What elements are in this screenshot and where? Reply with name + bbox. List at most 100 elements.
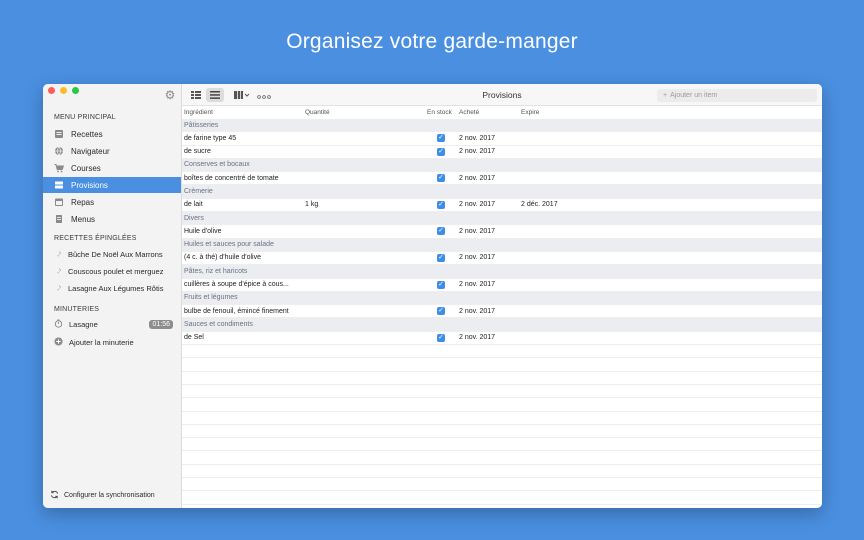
stopwatch-icon <box>54 319 63 330</box>
sync-button[interactable]: Configurer la synchronisation <box>50 490 155 501</box>
window-controls <box>48 87 79 94</box>
main-content: Provisions + Ajouter un item Ingrédient … <box>182 84 822 508</box>
bought-cell: 2 nov. 2017 <box>459 254 496 262</box>
empty-row <box>182 491 822 505</box>
sidebar-item-label: Navigateur <box>71 146 110 156</box>
category-label: Conserves et bocaux <box>184 161 250 169</box>
column-header-expires[interactable]: Expire <box>521 109 539 116</box>
pinned-recipe[interactable]: Couscous poulet et merguez <box>43 264 181 279</box>
table-row[interactable]: boîtes de concentré de tomate 2 nov. 2017… <box>182 172 822 186</box>
in-stock-checkbox[interactable]: ✓ <box>437 174 445 183</box>
sidebar-item-label: Recettes <box>71 129 103 139</box>
in-stock-checkbox[interactable]: ✓ <box>437 227 445 236</box>
category-label: Sauces et condiments <box>184 320 253 328</box>
category-label: Fruits et légumes <box>184 294 238 302</box>
sidebar-item-menus[interactable]: Menus <box>43 211 181 227</box>
table-row[interactable]: de Sel 2 nov. 2017 ✓ <box>182 332 822 346</box>
table-row[interactable]: de farine type 45 2 nov. 2017 ✓ <box>182 132 822 146</box>
add-item-input[interactable]: + Ajouter un item <box>657 89 817 102</box>
pinned-recipe[interactable]: Bûche De Noël Aux Marrons <box>43 247 181 262</box>
empty-row <box>182 465 822 479</box>
timer-badge: 01:56 <box>149 320 173 329</box>
pinned-header: RECETTES ÉPINGLÉES <box>54 235 137 242</box>
in-stock-checkbox[interactable]: ✓ <box>437 307 445 316</box>
column-header-quantity[interactable]: Quantité <box>305 109 330 116</box>
minimize-button[interactable] <box>60 87 67 94</box>
column-header-in-stock[interactable]: En stock <box>427 109 452 116</box>
add-item-placeholder: Ajouter un item <box>670 92 718 99</box>
empty-row <box>182 345 822 359</box>
table-row[interactable]: (4 c. à thé) d'huile d'olive 2 nov. 2017 ✓ <box>182 252 822 266</box>
category-label: Pâtes, riz et haricots <box>184 267 248 275</box>
sidebar: ⚙ MENU PRINCIPAL Recettes Navigateur Cou… <box>43 84 182 508</box>
empty-row <box>182 425 822 439</box>
timer-item[interactable]: Lasagne 01:56 <box>43 317 181 332</box>
in-stock-checkbox[interactable]: ✓ <box>437 147 445 156</box>
table-row[interactable]: Huile d'olive 2 nov. 2017 ✓ <box>182 225 822 239</box>
table-row[interactable]: cuillères à soupe d'épice à cous... 2 nov… <box>182 279 822 292</box>
sidebar-item-provisions[interactable]: Provisions <box>43 177 181 193</box>
category-label: Divers <box>184 214 204 222</box>
column-header-ingredient[interactable]: Ingrédient <box>184 109 213 116</box>
pin-icon <box>54 250 62 260</box>
bought-cell: 2 nov. 2017 <box>459 174 496 182</box>
menu-list-icon <box>54 214 64 224</box>
sidebar-item-navigateur[interactable]: Navigateur <box>43 143 181 159</box>
in-stock-checkbox[interactable]: ✓ <box>437 280 445 289</box>
category-row[interactable]: Divers <box>182 212 822 226</box>
category-row[interactable]: Pâtisseries <box>182 119 822 133</box>
in-stock-checkbox[interactable]: ✓ <box>437 333 445 342</box>
empty-row <box>182 438 822 452</box>
in-stock-checkbox[interactable]: ✓ <box>437 200 445 209</box>
bought-cell: 2 nov. 2017 <box>459 201 496 209</box>
sidebar-item-label: Provisions <box>71 180 108 190</box>
pinned-recipe-label: Couscous poulet et merguez <box>68 267 164 276</box>
category-row[interactable]: Huiles et sauces pour salade <box>182 238 822 252</box>
zoom-button[interactable] <box>72 87 79 94</box>
empty-row <box>182 358 822 372</box>
ingredient-cell: cuillères à soupe d'épice à cous... <box>184 281 289 289</box>
empty-row <box>182 385 822 399</box>
table-body: Pâtisseries de farine type 45 2 nov. 2017 ✓… <box>182 119 822 505</box>
category-label: Huiles et sauces pour salade <box>184 241 274 249</box>
bought-cell: 2 nov. 2017 <box>459 134 496 142</box>
category-row[interactable]: Fruits et légumes <box>182 291 822 306</box>
empty-row <box>182 478 822 492</box>
ingredient-cell: Huile d'olive <box>184 227 222 235</box>
gear-icon[interactable]: ⚙ <box>163 88 177 102</box>
empty-row <box>182 398 822 412</box>
plus-icon: + <box>663 92 668 99</box>
column-header-bought[interactable]: Acheté <box>459 109 479 116</box>
close-button[interactable] <box>48 87 55 94</box>
category-row[interactable]: Crèmerie <box>182 185 822 199</box>
globe-icon <box>54 146 64 156</box>
hero-title: Organisez votre garde-manger <box>286 30 578 53</box>
empty-row <box>182 372 822 385</box>
category-row[interactable]: Sauces et condiments <box>182 318 822 332</box>
pantry-icon <box>54 180 64 190</box>
category-row[interactable]: Pâtes, riz et haricots <box>182 265 822 279</box>
table-row[interactable]: bulbe de fenouil, émincé finement 2 nov. … <box>182 305 822 319</box>
add-timer-label: Ajouter la minuterie <box>69 338 134 347</box>
in-stock-checkbox[interactable]: ✓ <box>437 134 445 143</box>
add-timer-button[interactable]: Ajouter la minuterie <box>43 335 181 350</box>
pin-icon <box>54 284 62 294</box>
category-row[interactable]: Conserves et bocaux <box>182 158 822 173</box>
add-circle-icon <box>54 337 63 348</box>
ingredient-cell: de sucre <box>184 148 211 156</box>
ingredient-cell: boîtes de concentré de tomate <box>184 174 279 182</box>
table-row[interactable]: de sucre 2 nov. 2017 ✓ <box>182 146 822 159</box>
table-row[interactable]: de lait 1 kg 2 nov. 2017 2 déc. 2017 ✓ <box>182 199 822 213</box>
sidebar-item-recettes[interactable]: Recettes <box>43 126 181 142</box>
ingredient-cell: de lait <box>184 201 203 209</box>
cart-icon <box>54 163 64 173</box>
in-stock-checkbox[interactable]: ✓ <box>437 253 445 262</box>
ingredient-cell: (4 c. à thé) d'huile d'olive <box>184 254 261 262</box>
sidebar-item-courses[interactable]: Courses <box>43 160 181 176</box>
bought-cell: 2 nov. 2017 <box>459 334 496 342</box>
pinned-recipe[interactable]: Lasagne Aux Légumes Rôtis <box>43 281 181 296</box>
bought-cell: 2 nov. 2017 <box>459 307 496 315</box>
sidebar-item-label: Menus <box>71 214 96 224</box>
ingredient-cell: de farine type 45 <box>184 134 237 142</box>
sidebar-item-repas[interactable]: Repas <box>43 194 181 210</box>
